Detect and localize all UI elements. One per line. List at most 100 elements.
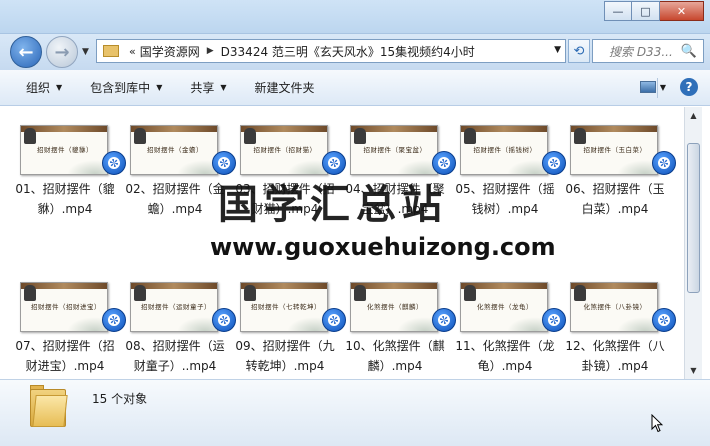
address-overflow[interactable]: « xyxy=(129,45,136,58)
video-thumbnail: 招财摆件（聚宝盆） xyxy=(350,125,438,175)
chevron-down-icon: ▼ xyxy=(56,83,63,92)
file-name: 09、招财摆件（九转乾坤）.mp4 xyxy=(235,339,335,373)
video-thumbnail: 招财摆件（招财进宝） xyxy=(20,282,108,332)
presenter-image xyxy=(574,285,586,301)
toolbar-right: ▼ ? xyxy=(639,78,698,96)
search-input[interactable]: 搜索 D33... 🔍 xyxy=(592,39,704,63)
video-thumbnail: 招财摆件（金蟾） xyxy=(130,125,218,175)
folder-icon xyxy=(30,385,68,427)
presenter-image xyxy=(574,128,586,144)
new-folder-label: 新建文件夹 xyxy=(254,81,315,95)
thumbnail-title: 招财摆件（金蟾） xyxy=(147,146,203,154)
chevron-down-icon: ▼ xyxy=(220,83,227,92)
back-button[interactable]: ← xyxy=(10,36,42,68)
file-item[interactable]: 化煞摆件（龙龟） 11、化煞摆件（龙龟）.mp4 xyxy=(450,274,566,379)
navigation-bar: ← → ▼ « 国学资源网 ▶ D33424 范三明《玄天风水》15集视频约4小… xyxy=(0,34,710,70)
vertical-scrollbar[interactable]: ▲ ▼ xyxy=(684,107,702,379)
thumbnail-title: 招财摆件（运财童子） xyxy=(141,303,209,311)
thumbnail-title: 招财摆件（玉白菜） xyxy=(583,146,647,154)
presenter-image xyxy=(244,128,256,144)
file-item[interactable]: 招财摆件（招财进宝） 07、招财摆件（招财进宝）.mp4 xyxy=(10,274,126,379)
file-item[interactable]: 招财摆件（运财童子） 08、招财摆件（运财童子）..mp4 xyxy=(120,274,236,379)
address-dropdown-icon[interactable]: ▼ xyxy=(554,45,561,55)
video-thumbnail: 招财摆件（玉白菜） xyxy=(570,125,658,175)
breadcrumb-item-current[interactable]: D33424 范三明《玄天风水》15集视频约4小时 xyxy=(221,43,475,60)
video-thumbnail: 招财摆件（貔貅） xyxy=(20,125,108,175)
file-name: 08、招财摆件（运财童子）..mp4 xyxy=(125,339,225,373)
breadcrumb-separator-icon[interactable]: ▶ xyxy=(207,46,214,56)
thumbnail-title: 招财摆件（摇钱树） xyxy=(473,146,537,154)
presenter-image xyxy=(354,285,366,301)
thumbnail-title: 招财摆件（聚宝盆） xyxy=(363,146,427,154)
presenter-image xyxy=(134,128,146,144)
file-name: 07、招财摆件（招财进宝）.mp4 xyxy=(15,339,115,373)
presenter-image xyxy=(24,285,36,301)
media-player-icon xyxy=(652,308,676,332)
share-label: 共享 xyxy=(190,81,215,95)
video-thumbnail: 化煞摆件（八卦镜） xyxy=(570,282,658,332)
file-item[interactable]: 招财摆件（玉白菜） 06、招财摆件（玉白菜）.mp4 xyxy=(560,117,676,274)
change-view-icon[interactable] xyxy=(639,81,656,93)
presenter-image xyxy=(24,128,36,144)
forward-button[interactable]: → xyxy=(46,36,78,68)
mouse-cursor-icon xyxy=(651,414,663,433)
media-player-icon xyxy=(652,151,676,175)
recent-pages-dropdown[interactable]: ▼ xyxy=(82,47,89,57)
presenter-image xyxy=(464,128,476,144)
command-bar: 组织 ▼ 包含到库中 ▼ 共享 ▼ 新建文件夹 ▼ ? xyxy=(0,70,710,106)
watermark-url: www.guoxuehuizong.com xyxy=(210,233,556,261)
thumbnail-title: 招财摆件（招财猫） xyxy=(253,146,317,154)
view-options-dropdown[interactable]: ▼ xyxy=(660,83,666,92)
window-titlebar: — □ ✕ xyxy=(0,0,710,34)
new-folder-button[interactable]: 新建文件夹 xyxy=(255,79,315,96)
presenter-image xyxy=(244,285,256,301)
file-item[interactable]: 化煞摆件（麒麟） 10、化煞摆件（麒麟）.mp4 xyxy=(340,274,456,379)
file-name: 12、化煞摆件（八卦镜）.mp4 xyxy=(565,339,665,373)
search-placeholder: 搜索 D33... xyxy=(609,44,673,59)
search-icon[interactable]: 🔍 xyxy=(681,44,697,59)
include-in-library-label: 包含到库中 xyxy=(90,81,151,95)
file-item[interactable]: 招财摆件（七转乾坤） 09、招财摆件（九转乾坤）.mp4 xyxy=(230,274,346,379)
file-name: 11、化煞摆件（龙龟）.mp4 xyxy=(455,339,555,373)
include-in-library-menu[interactable]: 包含到库中 ▼ xyxy=(90,79,162,96)
help-icon[interactable]: ? xyxy=(680,78,698,96)
chevron-down-icon: ▼ xyxy=(156,83,163,92)
video-thumbnail: 化煞摆件（龙龟） xyxy=(460,282,548,332)
presenter-image xyxy=(134,285,146,301)
details-pane: 15 个对象 xyxy=(0,379,710,446)
watermark-text: 国学汇总站 xyxy=(218,182,448,228)
video-thumbnail: 招财摆件（运财童子） xyxy=(130,282,218,332)
file-name: 01、招财摆件（貔貅）.mp4 xyxy=(15,182,115,216)
thumbnail-title: 招财摆件（貔貅） xyxy=(37,146,93,154)
presenter-image xyxy=(464,285,476,301)
scroll-down-icon[interactable]: ▼ xyxy=(685,362,702,379)
scrollbar-thumb[interactable] xyxy=(687,143,700,293)
file-item[interactable]: 招财摆件（貔貅） 01、招财摆件（貔貅）.mp4 xyxy=(10,117,126,274)
breadcrumb-item-root[interactable]: 国学资源网 xyxy=(140,43,200,60)
file-name: 02、招财摆件（金蟾）.mp4 xyxy=(125,182,225,216)
file-item[interactable]: 化煞摆件（八卦镜） 12、化煞摆件（八卦镜）.mp4 xyxy=(560,274,676,379)
window-controls: — □ ✕ xyxy=(604,1,704,21)
thumbnail-title: 化煞摆件（八卦镜） xyxy=(583,303,647,311)
organize-label: 组织 xyxy=(26,81,51,95)
folder-icon xyxy=(103,45,119,57)
file-name: 10、化煞摆件（麒麟）.mp4 xyxy=(345,339,445,373)
scroll-up-icon[interactable]: ▲ xyxy=(685,107,702,124)
maximize-button[interactable]: □ xyxy=(632,1,660,21)
video-thumbnail: 招财摆件（七转乾坤） xyxy=(240,282,328,332)
address-bar[interactable]: « 国学资源网 ▶ D33424 范三明《玄天风水》15集视频约4小时 ▼ xyxy=(96,39,566,63)
video-thumbnail: 招财摆件（摇钱树） xyxy=(460,125,548,175)
thumbnail-title: 化煞摆件（龙龟） xyxy=(477,303,533,311)
refresh-button[interactable]: ⟲ xyxy=(568,39,590,63)
minimize-button[interactable]: — xyxy=(604,1,632,21)
thumbnail-title: 招财摆件（招财进宝） xyxy=(31,303,99,311)
close-button[interactable]: ✕ xyxy=(660,1,704,21)
video-thumbnail: 招财摆件（招财猫） xyxy=(240,125,328,175)
thumbnail-title: 招财摆件（七转乾坤） xyxy=(251,303,319,311)
organize-menu[interactable]: 组织 ▼ xyxy=(26,79,62,96)
file-name: 06、招财摆件（玉白菜）.mp4 xyxy=(565,182,665,216)
thumbnail-title: 化煞摆件（麒麟） xyxy=(367,303,423,311)
share-menu[interactable]: 共享 ▼ xyxy=(190,79,226,96)
item-count: 15 个对象 xyxy=(92,392,148,406)
video-thumbnail: 化煞摆件（麒麟） xyxy=(350,282,438,332)
